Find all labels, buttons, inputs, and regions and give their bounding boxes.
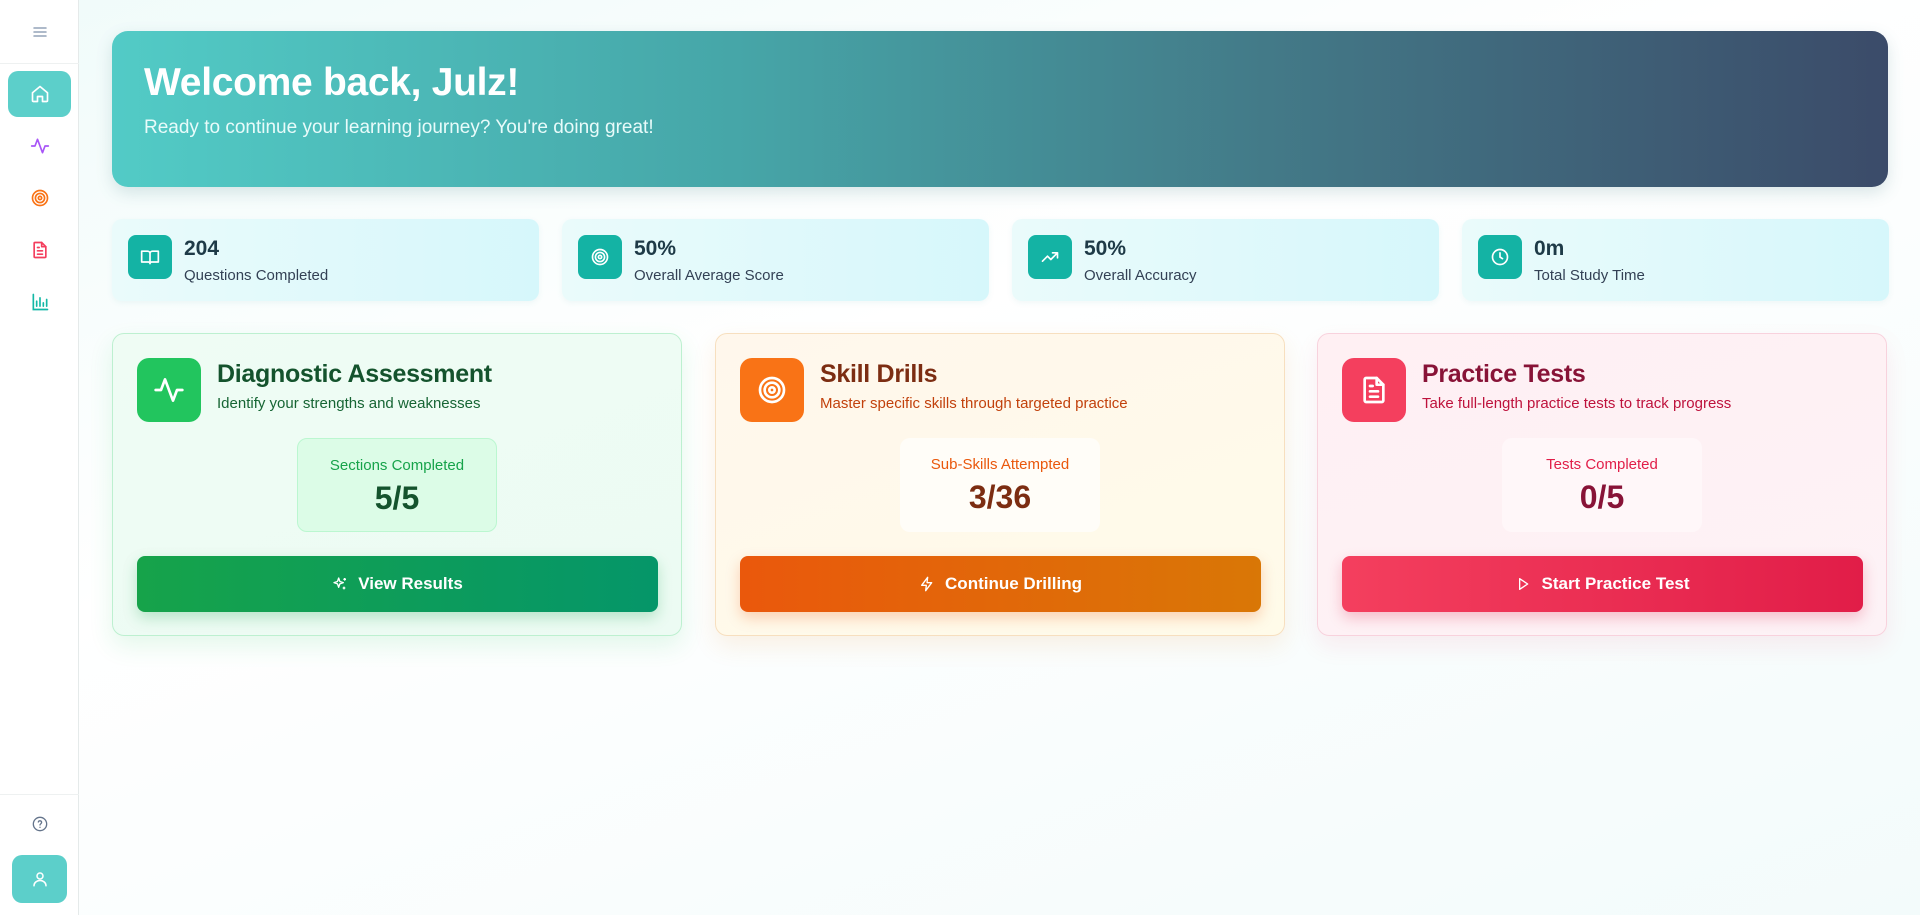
stat-label: Overall Accuracy <box>1084 267 1197 284</box>
user-icon <box>32 872 47 887</box>
diagnostic-assessment-card: Diagnostic Assessment Identify your stre… <box>112 333 682 636</box>
stat-value: 0m <box>1534 237 1565 260</box>
user-profile-button[interactable] <box>12 855 67 903</box>
lightning-icon <box>921 576 933 592</box>
view-results-button[interactable]: View Results <box>137 556 658 612</box>
trending-up-icon <box>1028 235 1072 279</box>
bar-chart-icon <box>32 293 48 311</box>
play-icon <box>1519 578 1529 590</box>
card-title: Skill Drills <box>820 360 938 388</box>
button-label: View Results <box>358 574 463 593</box>
welcome-subtitle: Ready to continue your learning journey?… <box>144 117 654 138</box>
target-icon <box>740 358 804 422</box>
sidebar-item-diagnostic[interactable] <box>8 123 71 169</box>
menu-icon <box>32 26 47 37</box>
stat-value: 50% <box>1084 237 1127 260</box>
metric-value: 0/5 <box>1579 479 1625 515</box>
stat-label: Overall Average Score <box>634 267 784 284</box>
sparkles-icon <box>333 577 347 590</box>
metric-label: Sub-Skills Attempted <box>930 456 1070 473</box>
sidebar-item-practice-tests[interactable] <box>8 227 71 273</box>
card-subtitle: Master specific skills through targeted … <box>820 395 1128 412</box>
button-label: Continue Drilling <box>945 574 1082 593</box>
sidebar-divider <box>0 794 79 795</box>
skill-drills-card: Skill Drills Master specific skills thro… <box>715 333 1285 636</box>
help-button[interactable] <box>24 812 56 836</box>
stat-value: 50% <box>634 237 677 260</box>
stat-questions-completed: 204 Questions Completed <box>112 219 539 301</box>
home-icon <box>31 85 48 103</box>
stat-study-time: 0m Total Study Time <box>1462 219 1889 301</box>
card-title: Practice Tests <box>1422 360 1586 388</box>
metric-value: 3/36 <box>968 479 1032 515</box>
sidebar-item-drills[interactable] <box>8 175 71 221</box>
stat-accuracy: 50% Overall Accuracy <box>1012 219 1439 301</box>
card-subtitle: Take full-length practice tests to track… <box>1422 395 1732 412</box>
stat-label: Questions Completed <box>184 267 329 284</box>
book-icon <box>128 235 172 279</box>
activity-icon <box>30 138 49 154</box>
metric-box: Tests Completed 0/5 <box>1502 438 1702 532</box>
menu-toggle-button[interactable] <box>0 0 79 64</box>
card-title: Diagnostic Assessment <box>217 360 492 388</box>
metric-value: 5/5 <box>374 480 420 516</box>
welcome-banner: Welcome back, Julz! Ready to continue yo… <box>112 31 1888 187</box>
stat-value: 204 <box>184 237 220 260</box>
metric-label: Tests Completed <box>1546 456 1658 473</box>
target-icon <box>578 235 622 279</box>
practice-tests-card: Practice Tests Take full-length practice… <box>1317 333 1887 636</box>
sidebar-item-analytics[interactable] <box>8 279 71 325</box>
start-practice-test-button[interactable]: Start Practice Test <box>1342 556 1863 612</box>
stat-label: Total Study Time <box>1534 267 1645 284</box>
card-subtitle: Identify your strengths and weaknesses <box>217 395 481 412</box>
welcome-title: Welcome back, Julz! <box>144 61 520 104</box>
help-icon <box>32 816 48 832</box>
metric-label: Sections Completed <box>329 457 465 474</box>
stat-average-score: 50% Overall Average Score <box>562 219 989 301</box>
target-icon <box>31 189 48 207</box>
continue-drilling-button[interactable]: Continue Drilling <box>740 556 1261 612</box>
metric-box: Sub-Skills Attempted 3/36 <box>900 438 1100 532</box>
metric-box: Sections Completed 5/5 <box>297 438 497 532</box>
clock-icon <box>1478 235 1522 279</box>
activity-icon <box>137 358 201 422</box>
document-icon <box>1342 358 1406 422</box>
sidebar-item-home[interactable] <box>8 71 71 117</box>
button-label: Start Practice Test <box>1541 574 1690 593</box>
sidebar <box>0 0 79 915</box>
document-icon <box>32 241 47 259</box>
